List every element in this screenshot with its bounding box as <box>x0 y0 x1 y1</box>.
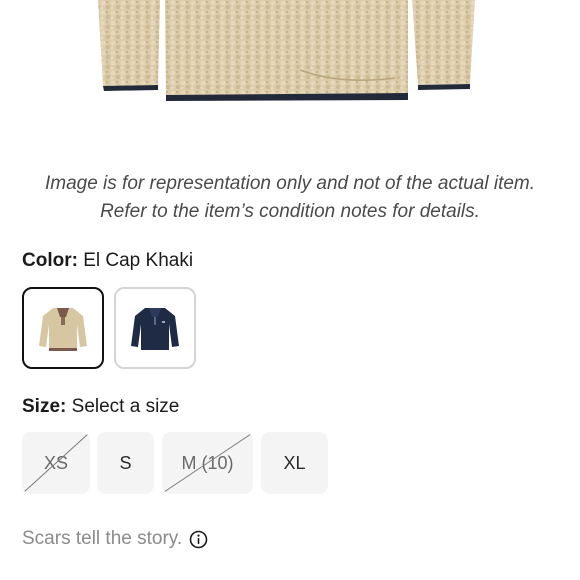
size-value: Select a size <box>71 396 180 417</box>
product-image <box>0 0 580 110</box>
disclaimer-line-2: Refer to the item’s condition notes for … <box>100 201 480 222</box>
story-text: Scars tell the story. <box>22 528 183 549</box>
disclaimer-line-1: Image is for representation only and not… <box>44 173 536 194</box>
info-icon[interactable] <box>189 530 208 549</box>
navy-fleece-pullover-icon <box>131 308 179 350</box>
color-label: Color: El Cap Khaki <box>22 250 193 272</box>
unavailable-strike-icon <box>23 433 89 493</box>
size-label: Size: Select a size <box>22 396 179 418</box>
size-label-title: Size: <box>22 396 67 417</box>
size-option-m[interactable]: M (10) <box>162 432 253 494</box>
size-option-xs[interactable]: XS <box>22 432 90 494</box>
image-disclaimer: Image is for representation only and not… <box>0 170 580 226</box>
condition-story: Scars tell the story. <box>22 528 208 550</box>
size-option-xl[interactable]: XL <box>261 432 328 494</box>
khaki-fleece-pullover-icon <box>39 308 87 351</box>
color-swatch-navy[interactable] <box>114 287 196 369</box>
size-option-s[interactable]: S <box>97 432 154 494</box>
color-swatch-khaki[interactable] <box>22 287 104 369</box>
unavailable-strike-icon <box>163 433 252 493</box>
color-value: El Cap Khaki <box>83 250 194 271</box>
size-option-label: XL <box>283 452 306 473</box>
fleece-pullover-image <box>98 0 475 101</box>
size-option-label: S <box>119 452 132 473</box>
color-label-title: Color: <box>22 250 78 271</box>
